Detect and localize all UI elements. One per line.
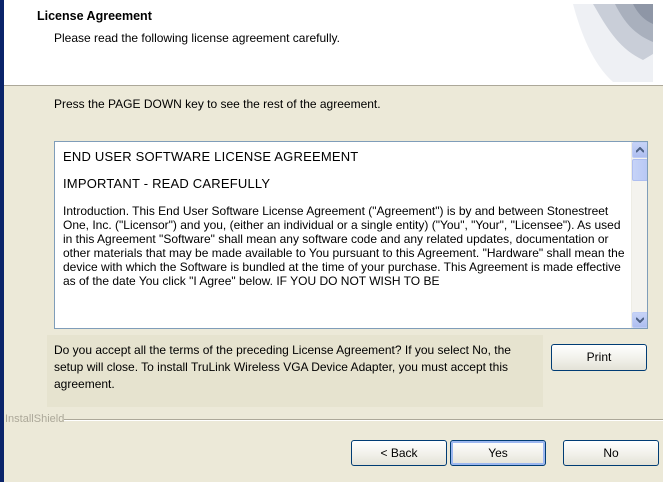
chevron-down-icon [636, 317, 644, 323]
installshield-label: InstallShield [5, 413, 65, 425]
accept-question-text: Do you accept all the terms of the prece… [54, 343, 511, 391]
license-scrollbar[interactable] [631, 142, 647, 328]
accept-question-box: Do you accept all the terms of the prece… [47, 335, 543, 407]
license-heading: END USER SOFTWARE LICENSE AGREEMENT [63, 149, 359, 164]
installer-banner-graphic [573, 4, 653, 82]
yes-button[interactable]: Yes [450, 440, 546, 466]
scroll-down-button[interactable] [632, 312, 647, 328]
instruction-text: Press the PAGE DOWN key to see the rest … [54, 97, 381, 111]
scroll-up-button[interactable] [632, 142, 647, 158]
license-body: Introduction. This End User Software Lic… [63, 204, 625, 288]
dialog-header: License Agreement Please read the follow… [4, 0, 663, 86]
footer-divider [64, 419, 663, 421]
back-button[interactable]: < Back [351, 440, 447, 466]
print-button[interactable]: Print [551, 344, 647, 371]
page-subtitle: Please read the following license agreem… [54, 31, 340, 45]
license-important: IMPORTANT - READ CAREFULLY [63, 176, 271, 191]
license-content: END USER SOFTWARE LICENSE AGREEMENT IMPO… [55, 142, 632, 328]
license-text-box[interactable]: END USER SOFTWARE LICENSE AGREEMENT IMPO… [54, 141, 648, 329]
chevron-up-icon [636, 147, 644, 153]
page-title: License Agreement [37, 9, 152, 23]
no-button[interactable]: No [563, 440, 659, 466]
scroll-thumb[interactable] [632, 159, 647, 181]
